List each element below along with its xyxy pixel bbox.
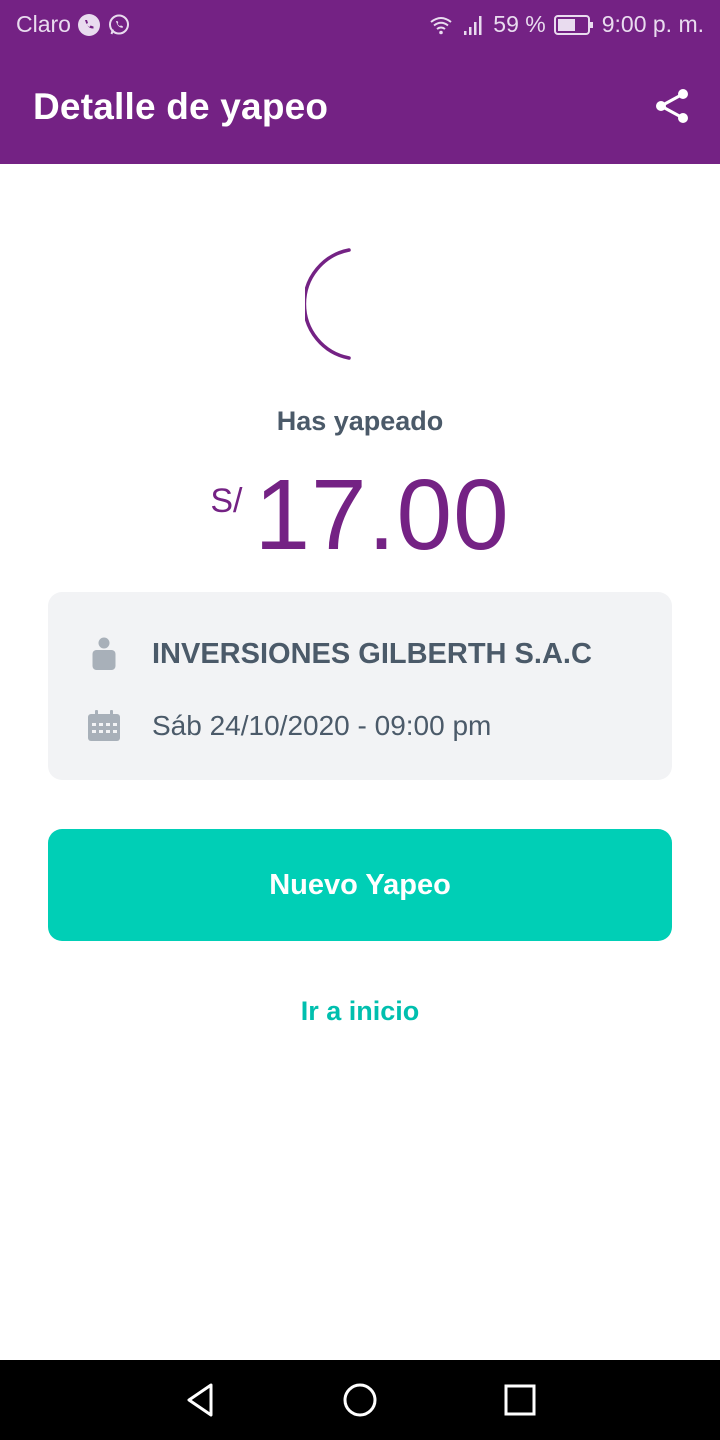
page-title: Detalle de yapeo [33, 86, 329, 127]
status-bar: Claro 59 % 9:00 p. m. [0, 0, 720, 50]
datetime-row: Sáb 24/10/2020 - 09:00 pm [48, 706, 672, 746]
back-icon[interactable] [180, 1380, 220, 1420]
battery-icon [553, 14, 593, 35]
loading-spinner-icon [305, 248, 351, 360]
clock: 9:00 p. m. [601, 11, 704, 37]
person-icon [84, 634, 124, 674]
home-icon[interactable] [340, 1380, 380, 1420]
wifi-icon [430, 16, 452, 34]
carrier-name: Claro [16, 11, 71, 37]
phone-icon [77, 13, 100, 36]
payment-label: Has yapeado [276, 406, 444, 436]
new-payment-button[interactable]: Nuevo Yapeo [48, 829, 672, 941]
recents-icon[interactable] [500, 1380, 540, 1420]
status-bar-right: 59 % 9:00 p. m. [429, 11, 704, 38]
payment-datetime: Sáb 24/10/2020 - 09:00 pm [152, 710, 492, 741]
recipient-row: INVERSIONES GILBERTH S.A.C [48, 634, 672, 674]
app-bar: Detalle de yapeo [0, 50, 720, 164]
status-bar-left: Claro [16, 11, 131, 38]
currency-symbol: S/ [210, 482, 243, 520]
calendar-icon [84, 706, 124, 746]
battery-percent: 59 % [493, 11, 546, 37]
system-nav-bar [0, 1360, 720, 1440]
recipient-name: INVERSIONES GILBERTH S.A.C [152, 637, 592, 670]
signal-icon [464, 15, 482, 35]
share-icon[interactable] [652, 86, 692, 126]
go-home-link[interactable]: Ir a inicio [0, 996, 720, 1027]
amount-value: 17.00 [254, 459, 510, 571]
payment-details-card: INVERSIONES GILBERTH S.A.C Sáb 24/10/202… [48, 592, 672, 780]
whatsapp-icon [108, 14, 129, 34]
amount-display: S/17.00 [0, 460, 720, 570]
